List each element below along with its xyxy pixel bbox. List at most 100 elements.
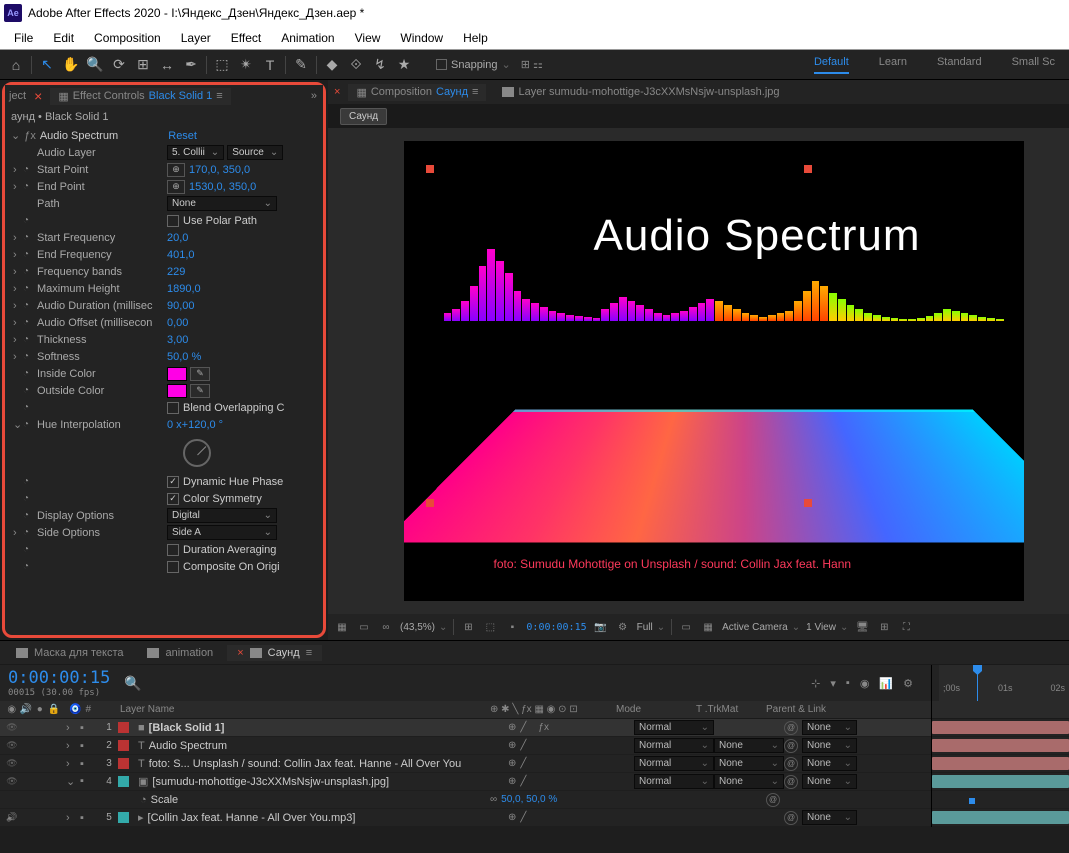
tool-button[interactable]: ✋ [59, 53, 83, 77]
snapshot-icon[interactable]: 📷 [593, 622, 609, 633]
scale-value[interactable]: 50,0, 50,0 % [501, 794, 557, 805]
menu-help[interactable]: Help [453, 29, 498, 47]
workspace-tab[interactable]: Small Sc [1012, 56, 1055, 74]
prop-value[interactable]: 401,0 [167, 249, 195, 261]
zoom-dropdown[interactable]: (43,5%) [400, 622, 447, 633]
prop-value[interactable]: 20,0 [167, 232, 188, 244]
trkmat-dropdown[interactable]: None [714, 738, 784, 753]
layer-tab[interactable]: Layer sumudu-mohottige-J3cXXMsNsjw-unspl… [494, 84, 787, 100]
switches-icon[interactable]: ⚙ [903, 677, 913, 690]
reset-link[interactable]: Reset [168, 130, 197, 142]
point-target-icon[interactable]: ⊕ [167, 180, 185, 194]
parent-dropdown[interactable]: None [802, 738, 857, 753]
menu-file[interactable]: File [4, 29, 43, 47]
workspace-tab[interactable]: Default [814, 56, 849, 74]
comp-marker-icon[interactable]: ⊹ [811, 677, 820, 690]
layer-row[interactable]: ▪4▣[sumudu-mohottige-J3cXXMsNsjw-unsplas… [0, 773, 931, 791]
graph-editor-icon[interactable]: 📊 [879, 677, 893, 690]
pickwhip-icon[interactable]: @ [784, 775, 798, 789]
blend-mode-dropdown[interactable]: Normal [634, 720, 714, 735]
prop-checkbox[interactable] [167, 402, 179, 414]
prop-value[interactable]: 0 x+120,0 ° [167, 419, 223, 431]
composition-viewer[interactable]: Audio Spectrum foto: Sumudu Mohottige on… [328, 128, 1069, 614]
parent-dropdown[interactable]: None [802, 756, 857, 771]
search-icon[interactable]: 🔍 [124, 675, 141, 692]
blend-mode-dropdown[interactable]: Normal [634, 738, 714, 753]
timeline-timecode[interactable]: 0:00:00:15 [8, 668, 110, 688]
point-target-icon[interactable]: ⊕ [167, 163, 185, 177]
menu-view[interactable]: View [345, 29, 391, 47]
trkmat-dropdown[interactable]: None [714, 774, 784, 789]
display-options-dropdown[interactable]: Digital [167, 508, 277, 523]
menu-edit[interactable]: Edit [43, 29, 84, 47]
prop-value[interactable]: 90,00 [167, 300, 195, 312]
mode-header[interactable]: Mode [616, 704, 696, 715]
tool-button[interactable]: 🔍 [83, 53, 107, 77]
menu-animation[interactable]: Animation [271, 29, 344, 47]
prop-value[interactable]: 1530,0, 350,0 [189, 181, 256, 193]
prop-checkbox[interactable] [167, 215, 179, 227]
viewer-timecode[interactable]: 0:00:00:15 [526, 622, 586, 633]
time-ruler[interactable]: ;00s01s02s [939, 665, 1069, 701]
tool-button[interactable]: ⬚ [210, 53, 234, 77]
prop-value[interactable]: 3,00 [167, 334, 188, 346]
tool-button[interactable]: T [258, 53, 282, 77]
timeline-tab[interactable]: ×Саунд≡ [227, 645, 322, 661]
effect-controls-tab[interactable]: ▦ Effect Controls Black Solid 1 ≡ [50, 88, 230, 105]
prop-dropdown[interactable]: None [167, 196, 277, 211]
snapping-checkbox[interactable] [436, 59, 447, 70]
composition-tab[interactable]: ▦ Composition Саунд ≡ [348, 84, 486, 101]
camera-dropdown[interactable]: Active Camera [722, 622, 800, 633]
pickwhip-icon[interactable]: @ [784, 739, 798, 753]
color-swatch[interactable] [167, 384, 187, 398]
mask-icon[interactable]: ∞ [378, 622, 394, 633]
eyedropper-icon[interactable]: ✎ [190, 367, 210, 381]
trkmat-header[interactable]: T .TrkMat [696, 704, 766, 715]
parent-dropdown[interactable]: None [802, 810, 857, 825]
menu-composition[interactable]: Composition [84, 29, 171, 47]
menu-layer[interactable]: Layer [171, 29, 221, 47]
side-options-dropdown[interactable]: Side A [167, 525, 277, 540]
shy-icon[interactable]: ▾ [830, 677, 836, 690]
hue-dial[interactable] [183, 439, 211, 467]
blend-mode-dropdown[interactable]: Normal [634, 774, 714, 789]
parent-link-header[interactable]: Parent & Link [766, 704, 856, 715]
layer-row[interactable]: ▪3Tfoto: S... Unsplash / sound: Collin J… [0, 755, 931, 773]
dynamic-hue-checkbox[interactable]: ✓ [167, 476, 179, 488]
tool-button[interactable]: ✴ [234, 53, 258, 77]
parent-dropdown[interactable]: None [802, 774, 857, 789]
res-icon[interactable]: ⊞ [460, 622, 476, 633]
tool-button[interactable]: ✎ [289, 53, 313, 77]
close-icon[interactable]: × [34, 88, 42, 104]
tool-button[interactable]: ⟐ [344, 53, 368, 77]
pickwhip-icon[interactable]: @ [766, 793, 780, 807]
channel-icon[interactable]: ▭ [356, 622, 372, 633]
tool-button[interactable]: ✒ [179, 53, 203, 77]
pickwhip-icon[interactable]: @ [784, 721, 798, 735]
layer-row[interactable]: Scale∞ 50,0, 50,0 %@ [0, 791, 931, 809]
pickwhip-icon[interactable]: @ [784, 757, 798, 771]
tool-button[interactable]: ⟳ [107, 53, 131, 77]
alpha-icon[interactable]: ▦ [334, 622, 350, 633]
tool-button[interactable]: ⊞ [131, 53, 155, 77]
timeline-tab[interactable]: animation [137, 645, 223, 661]
prop-value[interactable]: 170,0, 350,0 [189, 164, 250, 176]
comp-name-tag[interactable]: Саунд [340, 108, 387, 125]
audio-source-dropdown[interactable]: Source [227, 145, 283, 160]
audio-layer-dropdown[interactable]: 5. Collii [167, 145, 224, 160]
composite-origin-checkbox[interactable] [167, 561, 179, 573]
prop-value[interactable]: 50,0 % [167, 351, 201, 363]
menu-window[interactable]: Window [390, 29, 453, 47]
timeline-tab[interactable]: Маска для текста [6, 645, 133, 661]
panel-menu-icon[interactable]: » [311, 90, 317, 102]
frame-blend-icon[interactable]: ▪ [846, 677, 850, 690]
tool-button[interactable]: ★ [392, 53, 416, 77]
prop-value[interactable]: 0,00 [167, 317, 188, 329]
close-icon[interactable]: × [237, 647, 243, 659]
layer-name-header[interactable]: Layer Name [116, 704, 486, 715]
color-swatch[interactable] [167, 367, 187, 381]
views-dropdown[interactable]: 1 View [806, 622, 848, 633]
tool-button[interactable]: ↖ [35, 53, 59, 77]
eyedropper-icon[interactable]: ✎ [190, 384, 210, 398]
pickwhip-icon[interactable]: @ [784, 811, 798, 825]
